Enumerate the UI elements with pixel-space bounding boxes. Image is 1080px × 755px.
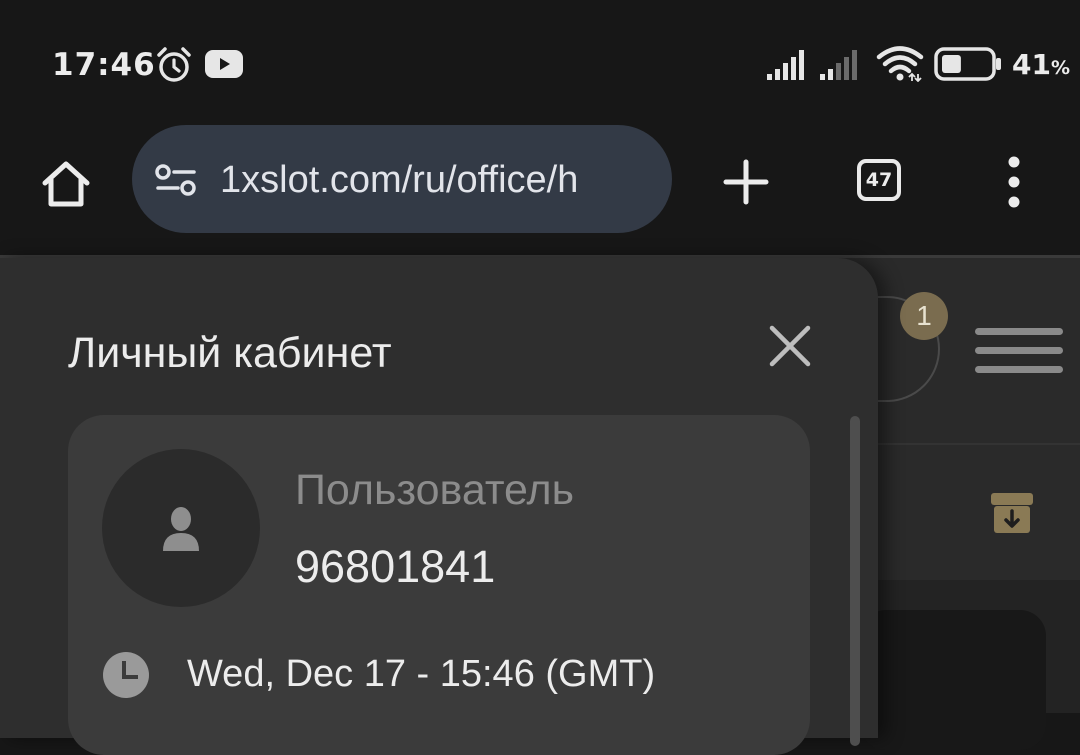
deposit-box-icon[interactable] [990, 492, 1034, 539]
wifi-icon [876, 46, 924, 87]
more-vert-icon [1008, 156, 1020, 208]
battery-icon [934, 47, 1002, 86]
alarm-icon [155, 46, 193, 89]
plus-icon [723, 159, 769, 205]
home-icon [42, 161, 90, 207]
url-bar[interactable]: 1xslot.com/ru/office/h [132, 125, 672, 233]
tab-switcher-button[interactable]: 47 [857, 159, 901, 201]
battery-percentage: 41% [1012, 48, 1071, 81]
signal-icon [820, 50, 862, 85]
site-menu-button[interactable] [975, 328, 1063, 374]
new-tab-button[interactable] [718, 154, 774, 210]
tab-count: 47 [865, 169, 893, 191]
status-bar: 17:46 41% [0, 0, 1080, 120]
url-text[interactable]: 1xslot.com/ru/office/h [220, 157, 650, 203]
signal-icon [767, 50, 809, 85]
close-icon [769, 325, 811, 367]
notification-badge[interactable]: 1 [900, 292, 948, 340]
browser-toolbar: 1xslot.com/ru/office/h 47 [0, 120, 1080, 255]
close-button[interactable] [766, 322, 814, 370]
user-card: Пользователь 96801841 Wed, Dec 17 - 15:4… [68, 415, 810, 755]
status-time: 17:46 [52, 47, 156, 83]
home-button[interactable] [38, 156, 94, 212]
content-card [860, 610, 1046, 750]
session-time: Wed, Dec 17 - 15:46 (GMT) [187, 653, 656, 695]
browser-menu-button[interactable] [994, 154, 1034, 210]
user-id: 96801841 [295, 541, 496, 592]
user-icon [161, 505, 201, 558]
account-panel: Личный кабинет Пользователь 96801841 Wed… [0, 258, 878, 755]
site-settings-icon[interactable] [154, 163, 198, 202]
clock-icon [102, 651, 150, 704]
youtube-icon [205, 50, 243, 83]
avatar [102, 449, 260, 607]
panel-title: Личный кабинет [68, 329, 392, 377]
scrollbar[interactable] [850, 416, 860, 746]
user-label: Пользователь [295, 466, 575, 514]
hamburger-menu-icon [975, 328, 1063, 373]
